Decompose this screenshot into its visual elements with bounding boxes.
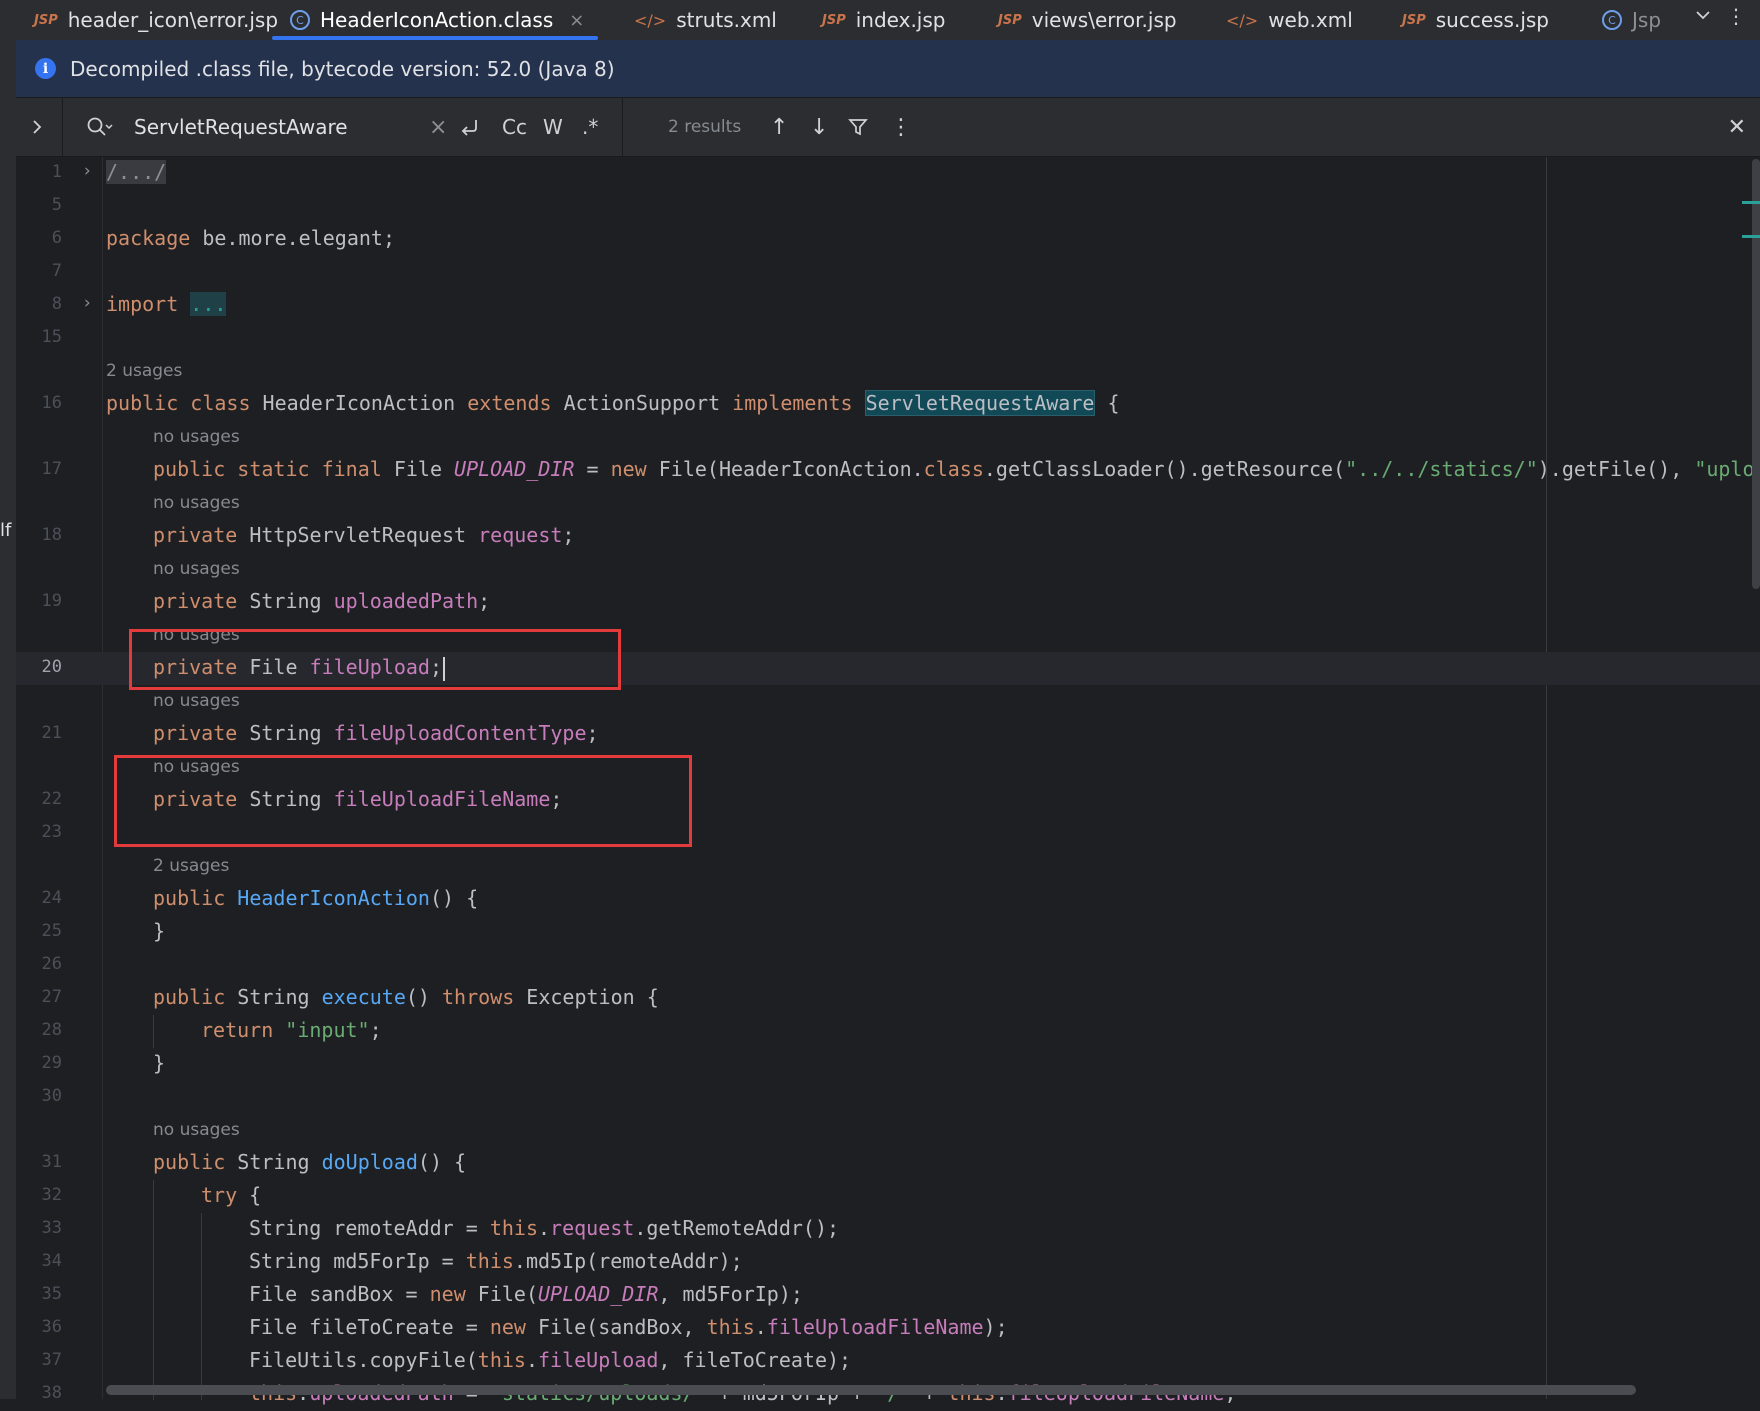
folded-header[interactable]: /.../ bbox=[106, 160, 167, 184]
usages-hint[interactable]: 2 usages bbox=[106, 361, 182, 381]
usages-hint[interactable]: 2 usages bbox=[153, 856, 229, 876]
code-line: 28 return "input"; bbox=[41, 1018, 382, 1042]
jsp-file-icon: JSP bbox=[1402, 12, 1426, 28]
find-bar: ServletRequestAware × Cc W .* 2 results … bbox=[16, 98, 1760, 157]
clear-search-icon[interactable]: × bbox=[429, 98, 447, 156]
code-line: 7 bbox=[51, 261, 62, 281]
search-input[interactable]: ServletRequestAware bbox=[134, 98, 348, 156]
vertical-scrollbar[interactable] bbox=[1752, 159, 1760, 589]
tab-jsp[interactable]: C Jsp bbox=[1602, 0, 1661, 40]
new-line-icon[interactable] bbox=[458, 98, 482, 156]
xml-file-icon: </> bbox=[634, 10, 667, 30]
filter-icon[interactable] bbox=[848, 98, 868, 156]
decompiled-notice-banner: i Decompiled .class file, bytecode versi… bbox=[16, 40, 1760, 98]
code-line: 21 private String fileUploadContentType; bbox=[41, 721, 599, 745]
code-line: 8 › import ... bbox=[51, 292, 227, 316]
code-line: 24 public HeaderIconAction() { bbox=[41, 886, 479, 910]
editor-tab-bar: JSP header_icon\error.jsp C HeaderIconAc… bbox=[16, 0, 1760, 41]
usages-hint[interactable]: no usages bbox=[153, 493, 240, 513]
code-line: 35 File sandBox = new File(UPLOAD_DIR, m… bbox=[41, 1282, 803, 1306]
left-strip-fragment: lf bbox=[0, 520, 12, 541]
tab-headericonaction-class[interactable]: C HeaderIconAction.class × bbox=[271, 0, 599, 40]
tab-label: index.jsp bbox=[855, 8, 946, 32]
code-line: 37 FileUtils.copyFile(this.fileUpload, f… bbox=[41, 1348, 852, 1372]
inlay-hint-row: no usages bbox=[16, 1114, 1760, 1147]
tab-label: Jsp bbox=[1632, 8, 1662, 32]
tab-views-error-jsp[interactable]: JSP views\error.jsp bbox=[998, 0, 1177, 40]
web-xml-file-icon: </> bbox=[1226, 10, 1259, 30]
find-more-icon[interactable]: ⋮ bbox=[890, 98, 912, 156]
inlay-hint-row: no usages bbox=[16, 553, 1760, 586]
inlay-hint-row: no usages bbox=[16, 487, 1760, 520]
class-file-icon: C bbox=[290, 10, 310, 30]
code-line: 29 } bbox=[41, 1051, 166, 1075]
tab-label: success.jsp bbox=[1435, 8, 1549, 32]
close-tab-icon[interactable]: × bbox=[569, 10, 584, 31]
code-line: 19 private String uploadedPath; bbox=[41, 589, 491, 613]
usages-hint[interactable]: no usages bbox=[153, 559, 240, 579]
usages-hint[interactable]: no usages bbox=[153, 427, 240, 447]
tab-label: struts.xml bbox=[676, 8, 777, 32]
info-icon: i bbox=[35, 58, 56, 79]
search-result-marker[interactable] bbox=[1742, 235, 1760, 238]
code-line: 15 bbox=[41, 327, 62, 347]
search-match-highlight: ServletRequestAware bbox=[864, 390, 1096, 416]
fold-chevron-icon[interactable]: › bbox=[82, 293, 92, 313]
code-line: 32 try { bbox=[41, 1183, 262, 1207]
more-actions-icon[interactable]: ⋮ bbox=[1726, 4, 1746, 28]
code-line: 31 public String doUpload() { bbox=[41, 1150, 467, 1174]
code-line: 18 private HttpServletRequest request; bbox=[41, 523, 575, 547]
tab-success-jsp[interactable]: JSP success.jsp bbox=[1402, 0, 1549, 40]
code-line: 33 String remoteAddr = this.request.getR… bbox=[41, 1216, 840, 1240]
tab-label: HeaderIconAction.class bbox=[320, 8, 554, 32]
search-history-icon[interactable] bbox=[86, 98, 114, 156]
code-line: 30 bbox=[41, 1086, 62, 1106]
match-case-toggle[interactable]: Cc bbox=[502, 98, 527, 156]
tab-list-chevron-icon[interactable] bbox=[1694, 6, 1712, 29]
jsp-file-icon: JSP bbox=[34, 12, 58, 28]
highlight-box-fileupload bbox=[129, 629, 621, 690]
fold-chevron-icon[interactable]: › bbox=[82, 161, 92, 181]
usages-hint[interactable]: no usages bbox=[153, 1120, 240, 1140]
code-line: 34 String md5ForIp = this.md5Ip(remoteAd… bbox=[41, 1249, 743, 1273]
tab-label: header_icon\error.jsp bbox=[67, 8, 279, 32]
code-line: 6 package be.more.elegant; bbox=[51, 226, 395, 250]
tab-web-xml[interactable]: </> web.xml bbox=[1226, 0, 1353, 40]
tab-label: views\error.jsp bbox=[1031, 8, 1177, 32]
expand-replace-chevron-icon[interactable] bbox=[30, 98, 44, 156]
code-line: 27 public String execute() throws Except… bbox=[41, 985, 659, 1009]
close-find-icon[interactable]: ✕ bbox=[1728, 98, 1746, 156]
jsp-file-icon: JSP bbox=[998, 12, 1022, 28]
code-line: 5 bbox=[51, 195, 62, 215]
tab-header-icon-error-jsp[interactable]: JSP header_icon\error.jsp bbox=[34, 0, 278, 40]
code-line: 26 bbox=[41, 954, 62, 974]
previous-occurrence-icon[interactable]: ↑ bbox=[770, 98, 788, 156]
tab-struts-xml[interactable]: </> struts.xml bbox=[634, 0, 777, 40]
inlay-hint-row: no usages bbox=[16, 421, 1760, 454]
banner-text: Decompiled .class file, bytecode version… bbox=[70, 56, 615, 81]
whole-words-toggle[interactable]: W bbox=[543, 98, 563, 156]
inlay-hint-row: 2 usages bbox=[16, 850, 1760, 883]
search-results-count: 2 results bbox=[668, 117, 742, 137]
tab-label: web.xml bbox=[1268, 8, 1353, 32]
code-line: 25 } bbox=[41, 919, 166, 943]
folded-imports[interactable]: ... bbox=[190, 292, 227, 316]
code-editor[interactable]: 1 › /.../ 5 6 package be.more.elegant; 7… bbox=[16, 157, 1760, 1405]
next-occurrence-icon[interactable]: ↓ bbox=[810, 98, 828, 156]
usages-hint[interactable]: no usages bbox=[153, 691, 240, 711]
horizontal-scrollbar[interactable] bbox=[106, 1385, 1636, 1395]
class-file-icon: C bbox=[1602, 10, 1622, 30]
highlight-box-fileuploadfilename bbox=[114, 755, 692, 847]
code-line: 1 › /.../ bbox=[51, 160, 167, 184]
inlay-hint-row: 2 usages bbox=[16, 355, 1760, 388]
regex-toggle[interactable]: .* bbox=[582, 98, 598, 156]
code-line: 17 public static final File UPLOAD_DIR =… bbox=[41, 457, 1760, 481]
code-line: 16 public class HeaderIconAction extends… bbox=[41, 390, 1120, 416]
search-result-marker[interactable] bbox=[1742, 201, 1760, 204]
tab-index-jsp[interactable]: JSP index.jsp bbox=[822, 0, 945, 40]
left-tool-strip: lf bbox=[0, 0, 17, 1399]
jsp-file-icon: JSP bbox=[822, 12, 846, 28]
code-line: 36 File fileToCreate = new File(sandBox,… bbox=[41, 1315, 1008, 1339]
